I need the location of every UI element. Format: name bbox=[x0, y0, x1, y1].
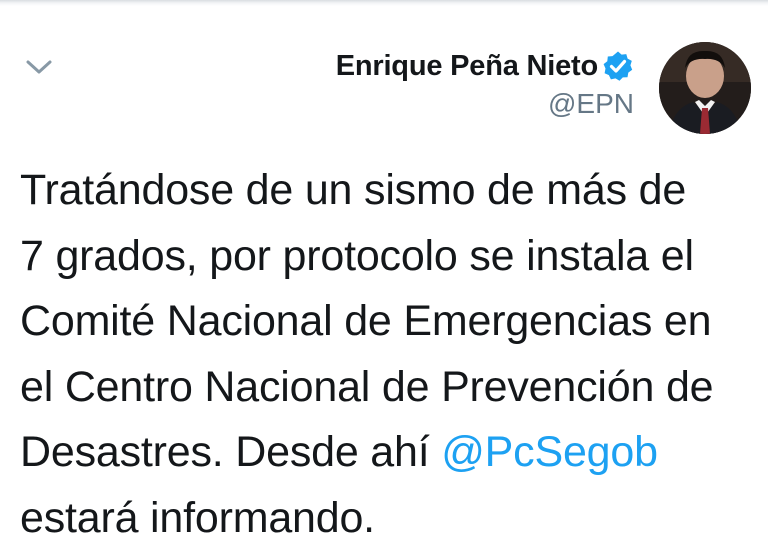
author-handle[interactable]: @EPN bbox=[336, 88, 634, 120]
tweet-text-fragment: Desastres. Desde ahí bbox=[20, 428, 441, 476]
avatar[interactable] bbox=[659, 42, 751, 134]
tweet-header: Enrique Peña Nieto @EPN bbox=[336, 46, 634, 120]
chevron-down-icon bbox=[24, 57, 54, 77]
tweet-text-line: estará informando. bbox=[20, 486, 760, 551]
top-divider-shadow bbox=[0, 0, 768, 6]
verified-badge-icon bbox=[602, 50, 634, 82]
tweet-text-line: el Centro Nacional de Prevención de bbox=[20, 355, 760, 421]
author-row[interactable]: Enrique Peña Nieto bbox=[336, 46, 634, 86]
tweet-text-line-with-mention: Desastres. Desde ahí @PcSegob bbox=[20, 420, 760, 486]
tweet-text-line: 7 grados, por protocolo se instala el bbox=[20, 224, 760, 290]
author-name[interactable]: Enrique Peña Nieto bbox=[336, 50, 598, 83]
tweet-text-line: Tratándose de un sismo de más de bbox=[20, 158, 760, 224]
tweet-text-line: Comité Nacional de Emergencias en bbox=[20, 289, 760, 355]
mention-link[interactable]: @PcSegob bbox=[441, 428, 658, 476]
tweet-menu-button[interactable] bbox=[22, 54, 56, 80]
avatar-portrait bbox=[659, 42, 751, 134]
tweet-text: Tratándose de un sismo de más de 7 grado… bbox=[20, 158, 760, 551]
